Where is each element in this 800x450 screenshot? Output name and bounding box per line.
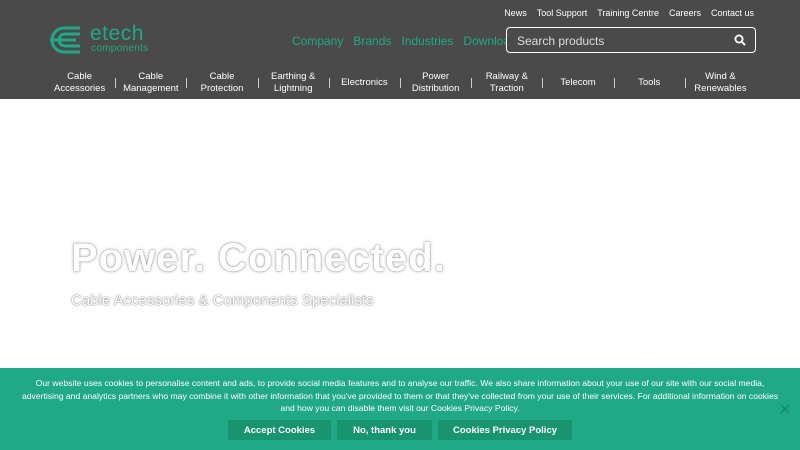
category-telecom[interactable]: Telecom: [542, 70, 613, 96]
category-tools[interactable]: Tools: [613, 70, 685, 96]
utility-nav: News Tool Support Training Centre Career…: [504, 8, 754, 18]
category-electronics[interactable]: Electronics: [328, 70, 400, 96]
category-cable-protection[interactable]: Cable Protection: [186, 70, 257, 96]
category-wind-renewables[interactable]: Wind & Renewables: [684, 70, 756, 96]
cookies-policy-button[interactable]: Cookies Privacy Policy: [438, 420, 572, 440]
etech-logo[interactable]: etech components: [50, 22, 150, 58]
nav-brands[interactable]: Brands: [353, 34, 391, 48]
category-earthing-lightning[interactable]: Earthing & Lightning: [257, 70, 329, 96]
search-input[interactable]: [515, 32, 729, 50]
cookie-message: Our website uses cookies to personalise …: [21, 378, 779, 413]
decline-cookies-button[interactable]: No, thank you: [337, 420, 432, 440]
cookie-banner: Our website uses cookies to personalise …: [0, 368, 800, 450]
top-link-training-centre[interactable]: Training Centre: [597, 8, 659, 18]
category-nav: Cable Accessories Cable Management Cable…: [44, 70, 756, 96]
hero-subtitle: Cable Accessories & Components Specialis…: [71, 292, 374, 309]
nav-industries[interactable]: Industries: [401, 34, 453, 48]
top-link-contact-us[interactable]: Contact us: [711, 8, 754, 18]
search-icon[interactable]: [734, 34, 746, 46]
top-link-careers[interactable]: Careers: [669, 8, 701, 18]
logo-tagline: components: [91, 43, 149, 54]
cookie-actions: Accept Cookies No, thank you Cookies Pri…: [0, 420, 800, 440]
top-link-news[interactable]: News: [504, 8, 527, 18]
main-nav: Company Brands Industries Downloads: [292, 34, 523, 48]
logo-mark-icon: [50, 26, 80, 54]
hero-title: Power. Connected.: [71, 236, 446, 280]
category-cable-management[interactable]: Cable Management: [115, 70, 186, 96]
site-header: etech components News Tool Support Train…: [0, 0, 800, 99]
category-cable-accessories[interactable]: Cable Accessories: [44, 70, 115, 96]
top-link-tool-support[interactable]: Tool Support: [537, 8, 588, 18]
category-power-distribution[interactable]: Power Distribution: [400, 70, 471, 96]
category-railway-traction[interactable]: Railway & Traction: [471, 70, 542, 96]
accept-cookies-button[interactable]: Accept Cookies: [228, 420, 331, 440]
nav-company[interactable]: Company: [292, 34, 343, 48]
search-box: [506, 27, 756, 53]
close-icon[interactable]: [780, 404, 790, 414]
